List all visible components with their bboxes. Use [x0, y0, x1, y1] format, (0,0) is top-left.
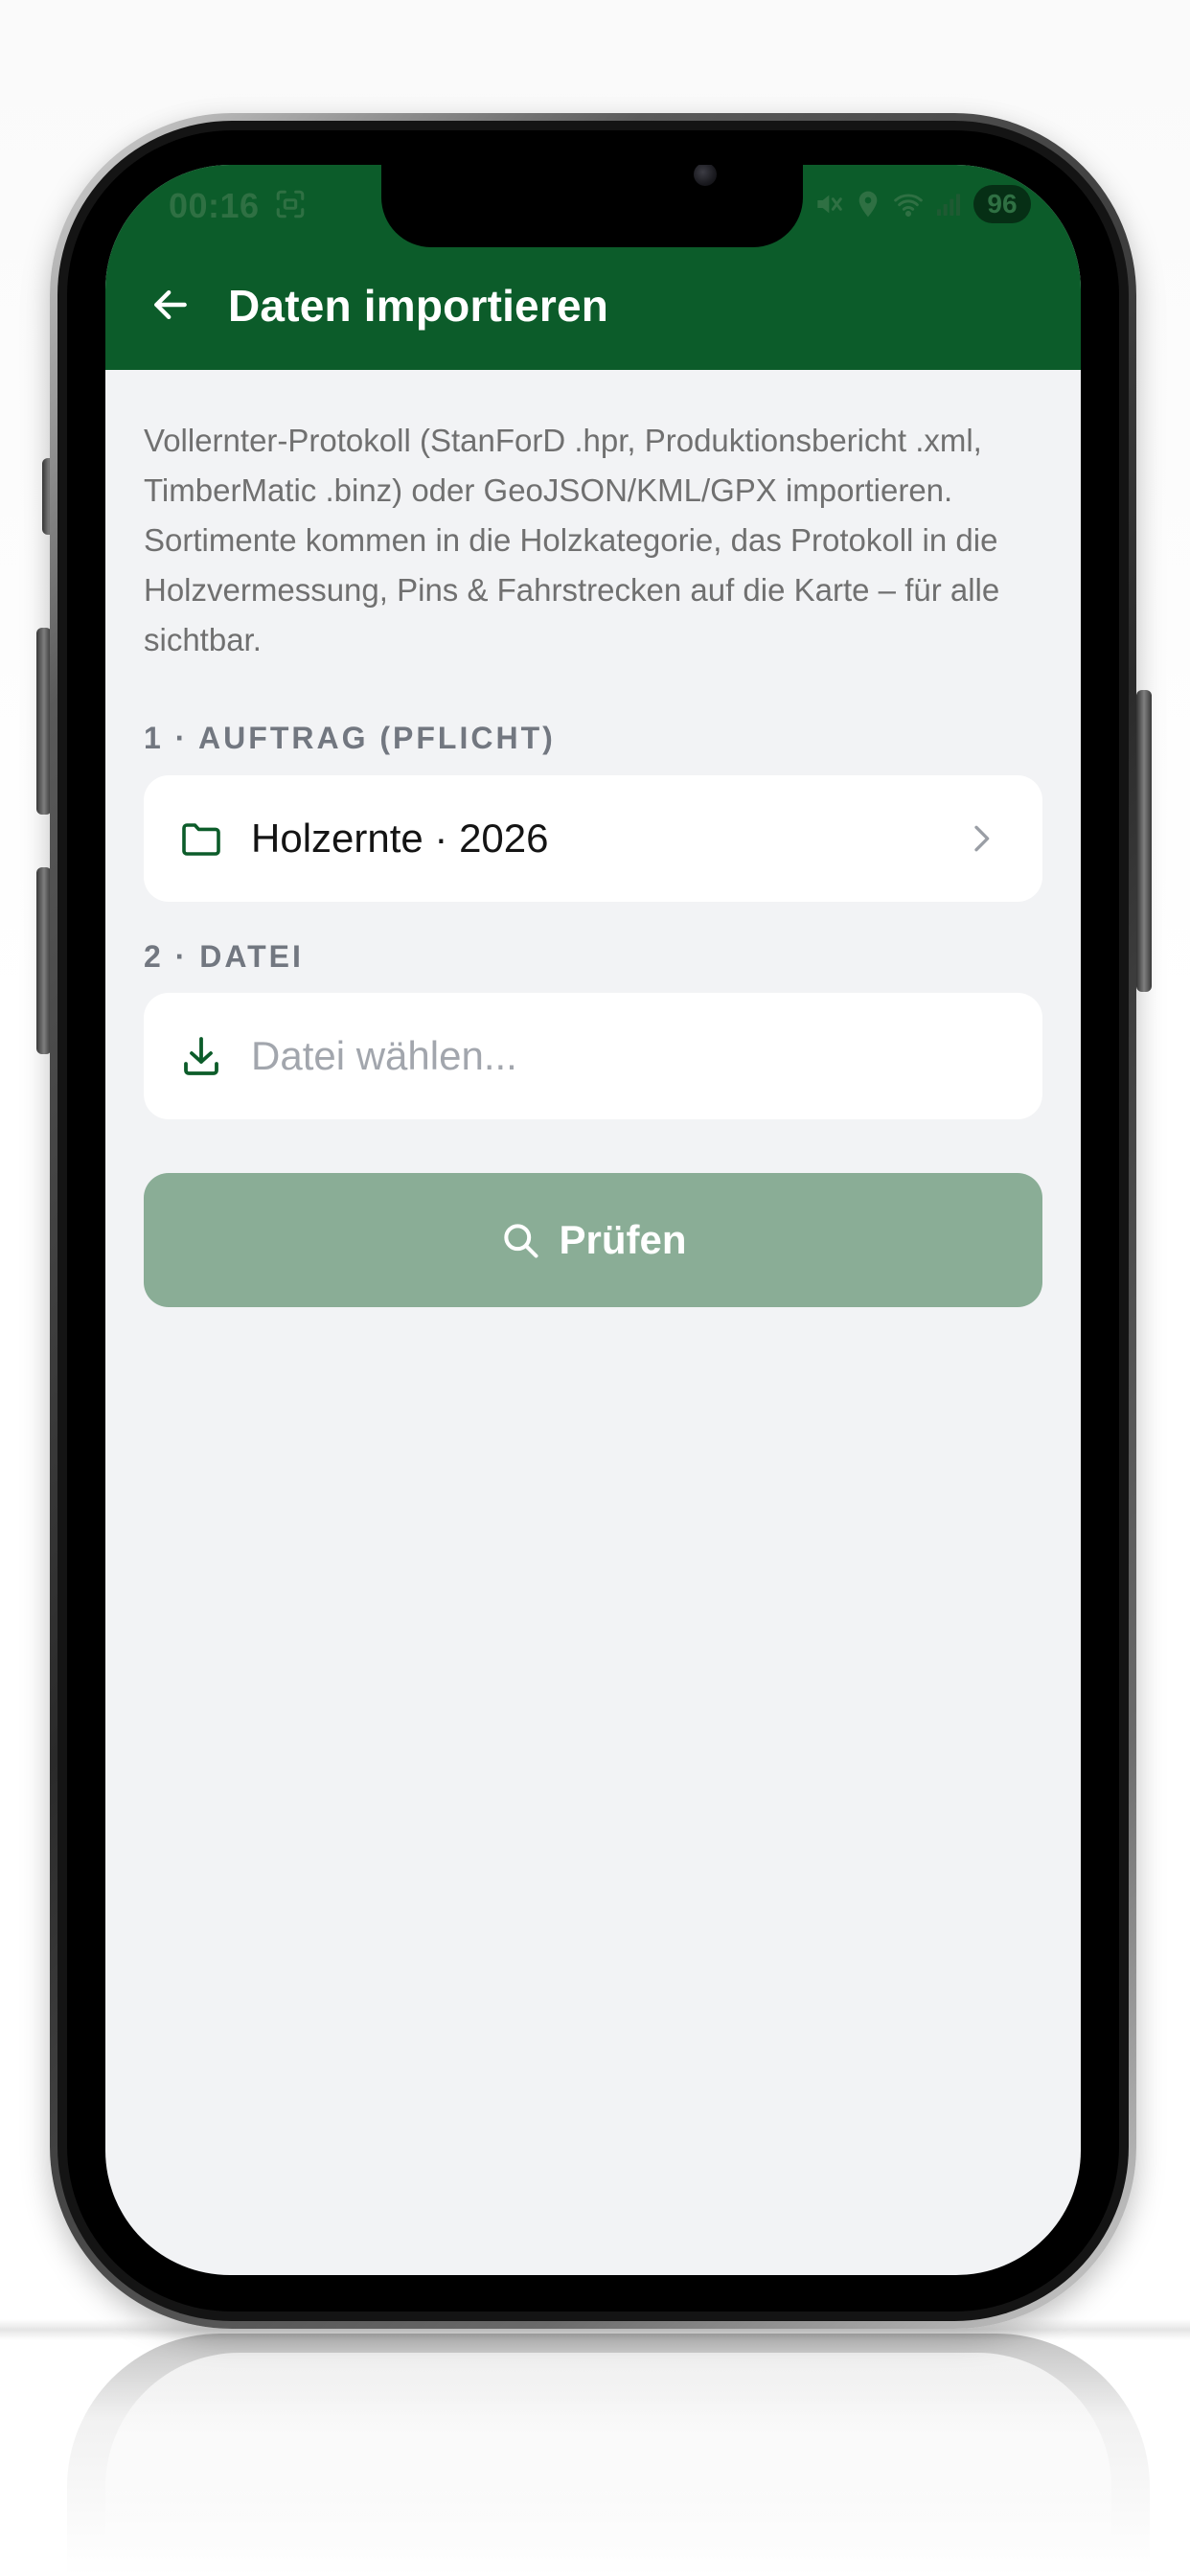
arrow-left-icon: [154, 289, 187, 320]
location-icon: [858, 191, 878, 218]
order-section-label: 1 · AUFTRAG (PFLICHT): [144, 721, 556, 755]
status-time: 00:16: [169, 186, 260, 225]
intro-description: Vollernter-Protokoll (StanForD .hpr, Pro…: [144, 423, 1000, 657]
search-icon: [504, 1224, 539, 1258]
check-button[interactable]: Prüfen: [144, 1173, 1042, 1307]
order-selector[interactable]: Holzernte · 2026: [144, 775, 1042, 902]
back-button[interactable]: [144, 278, 197, 332]
front-camera: [694, 165, 717, 186]
check-button-label: Prüfen: [559, 1217, 687, 1262]
file-section-label: 2 · DATEI: [144, 939, 304, 974]
wifi-icon: [894, 194, 923, 218]
phone-reflection-highlight: [105, 2353, 1111, 2576]
signal-icon: [937, 194, 960, 216]
app-header: 00:16 96 Daten importieren: [105, 165, 1081, 370]
chevron-right-icon: [974, 825, 990, 852]
screen-record-icon: [276, 190, 305, 218]
order-value: Holzernte · 2026: [251, 816, 549, 861]
phone-power-button: [1136, 690, 1152, 992]
status-icons: 96: [812, 184, 1031, 224]
mute-icon: [817, 195, 842, 214]
folder-icon: [182, 823, 220, 856]
download-icon: [184, 1037, 218, 1075]
file-picker[interactable]: Datei wählen...: [144, 993, 1042, 1119]
phone-notch: [381, 165, 803, 247]
phone-screen: 00:16 96 Daten importieren Vollernter-Pr…: [105, 165, 1081, 2275]
battery-indicator: 96: [973, 185, 1031, 223]
file-placeholder: Datei wählen...: [251, 1033, 517, 1078]
page-title: Daten importieren: [228, 281, 609, 331]
